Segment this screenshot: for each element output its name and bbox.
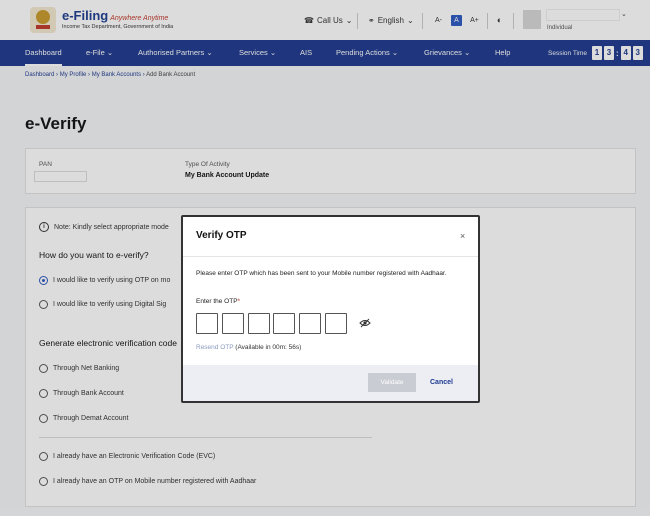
cancel-button[interactable]: Cancel [430, 373, 453, 392]
verify-otp-modal: Verify OTP × Please enter OTP which has … [181, 215, 480, 403]
resend-otp: Resend OTP (Available in 00m: 56s) [196, 344, 301, 351]
validate-button[interactable]: Validate [368, 373, 416, 392]
otp-digit-3[interactable] [248, 313, 270, 334]
close-icon[interactable]: × [460, 231, 465, 241]
otp-label-text: Enter the OTP [196, 298, 238, 305]
required-mark: * [237, 298, 241, 305]
otp-digit-1[interactable] [196, 313, 218, 334]
otp-digit-4[interactable] [273, 313, 295, 334]
resend-timer: (Available in 00m: 56s) [235, 344, 302, 351]
otp-digit-5[interactable] [299, 313, 321, 334]
modal-title: Verify OTP [196, 230, 247, 241]
resend-otp-link[interactable]: Resend OTP [196, 344, 233, 351]
otp-digit-2[interactable] [222, 313, 244, 334]
otp-label: Enter the OTP* [196, 298, 240, 305]
divider [183, 256, 478, 257]
otp-digit-6[interactable] [325, 313, 347, 334]
otp-message: Please enter OTP which has been sent to … [196, 270, 447, 277]
eye-off-icon[interactable] [359, 318, 371, 328]
modal-footer: Validate Cancel [183, 365, 478, 401]
